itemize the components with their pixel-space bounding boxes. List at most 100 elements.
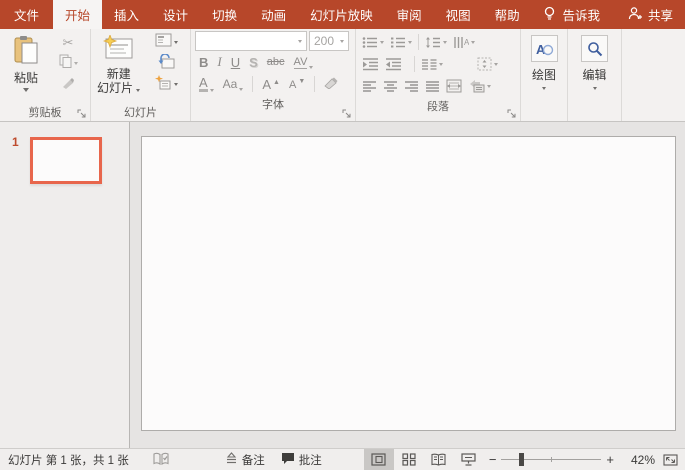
fit-to-window-button[interactable] [663,453,678,467]
font-color-button[interactable]: A [199,76,214,92]
notes-label: 备注 [241,454,265,467]
slides-group-label: 幻灯片 [124,107,157,119]
increase-font-size-button[interactable]: A ▲ [262,77,280,92]
text-direction-dropdown-icon [471,40,475,44]
new-slide-button[interactable]: 新建 幻灯片 [93,32,144,103]
spell-check-icon[interactable] [153,452,169,468]
font-size-value: 200 [314,34,335,48]
font-dialog-launcher[interactable] [342,107,353,118]
clipboard-group: 粘贴 ✂ 剪贴板 [0,29,91,121]
clear-formatting-button[interactable] [324,77,338,92]
comments-button[interactable]: 批注 [281,452,322,468]
tab-home[interactable]: 开始 [53,0,103,29]
font-name-combo[interactable] [195,31,307,51]
cut-button[interactable]: ✂ [50,32,86,53]
new-slide-icon [102,33,135,67]
distribute-columns-button[interactable] [446,79,462,93]
clipboard-dialog-launcher[interactable] [77,107,88,118]
increase-indent-button[interactable] [385,57,402,71]
zoom-level[interactable]: 42% [619,453,655,467]
slide-thumbnail[interactable] [30,137,102,184]
layout-button[interactable] [144,32,188,53]
reset-slide-button[interactable] [144,52,188,74]
slide-editor-area [130,122,685,448]
tab-review[interactable]: 审阅 [385,0,434,29]
section-button[interactable] [144,74,188,95]
person-add-icon [628,6,643,23]
line-spacing-button[interactable] [425,36,447,49]
align-left-button[interactable] [362,80,377,93]
change-case-button[interactable]: Aa [223,77,244,91]
reading-view-button[interactable] [424,449,454,470]
tab-help[interactable]: 帮助 [483,0,532,29]
zoom-slider-handle[interactable] [519,453,525,466]
slideshow-view-button[interactable] [454,449,484,470]
paragraph-dialog-launcher[interactable] [507,107,518,118]
decrease-font-size-button[interactable]: A ▼ [289,78,305,91]
bullets-button[interactable] [362,36,384,49]
strikethrough-button[interactable]: abc [267,56,285,68]
tab-design[interactable]: 设计 [151,0,200,29]
zoom-out-button[interactable]: − [484,452,502,467]
tab-slideshow[interactable]: 幻灯片放映 [298,0,385,29]
layout-dropdown-icon [173,41,178,44]
align-text-button[interactable] [477,57,498,71]
font-group-label: 字体 [262,99,284,111]
tab-animations[interactable]: 动画 [249,0,298,29]
paragraph-group: A 段落 [356,29,521,121]
editing-dropdown-icon [592,87,597,90]
text-direction-button[interactable]: A [453,36,475,49]
align-center-button[interactable] [383,80,398,93]
tab-transitions[interactable]: 切换 [200,0,249,29]
format-painter-icon [61,76,75,94]
slide-sorter-view-button[interactable] [394,449,424,470]
justify-button[interactable] [425,80,440,93]
tell-me-button[interactable]: 告诉我 [533,5,610,24]
copy-button[interactable] [50,53,86,74]
convert-smartart-button[interactable] [468,79,491,93]
drawing-dropdown-icon [542,87,546,90]
align-text-dropdown-icon [494,62,498,66]
tab-insert[interactable]: 插入 [102,0,151,29]
bold-button[interactable]: B [199,55,208,70]
font-group: 200 B I U S abc AV A Aa A ▲ A ▼ 字体 [191,29,356,121]
share-button[interactable]: 共享 [610,5,685,24]
character-spacing-button[interactable]: AV [293,56,314,69]
zoom-in-button[interactable]: + [601,452,619,467]
tab-file[interactable]: 文件 [0,0,53,29]
slide-info: 幻灯片 第 1 张，共 1 张 [8,454,129,467]
scissors-icon: ✂ [62,34,74,50]
paste-clipboard-icon [13,35,39,71]
copy-dropdown-icon [73,62,78,65]
align-right-button[interactable] [404,80,419,93]
italic-button[interactable]: I [217,54,221,70]
text-shadow-button[interactable]: S [249,55,258,70]
normal-view-button[interactable] [363,448,394,470]
tab-view[interactable]: 视图 [434,0,483,29]
notes-button[interactable]: 备注 [225,452,265,468]
font-color-dropdown-icon [209,89,214,92]
lightbulb-icon [543,6,556,24]
numbering-dropdown-icon [408,40,412,44]
add-columns-button[interactable] [421,58,443,71]
font-size-combo[interactable]: 200 [309,31,349,51]
zoom-slider[interactable] [501,453,602,466]
change-case-dropdown-icon [239,88,244,91]
editing-group: 编辑 [568,29,622,121]
editing-button[interactable]: 编辑 [568,29,621,90]
drawing-button[interactable]: A 绘图 [521,29,567,90]
ribbon: 粘贴 ✂ 剪贴板 新建 幻灯片 幻灯片 200 B I U S abc AV A… [0,29,685,122]
decrease-indent-button[interactable] [362,57,379,71]
font-size-dropdown-icon [340,39,344,43]
numbering-button[interactable] [390,36,412,49]
line-spacing-dropdown-icon [443,40,447,44]
format-painter-button[interactable] [50,74,86,95]
underline-button[interactable]: U [231,55,240,70]
slides-group: 新建 幻灯片 幻灯片 [91,29,191,121]
slide-thumbnail-panel: 1 [0,122,130,448]
slide-canvas[interactable] [141,136,676,431]
clipboard-group-label: 剪贴板 [28,107,62,119]
svg-text:A: A [536,42,546,57]
paste-button[interactable]: 粘贴 [2,32,50,103]
new-slide-label-line1: 新建 [106,67,131,81]
